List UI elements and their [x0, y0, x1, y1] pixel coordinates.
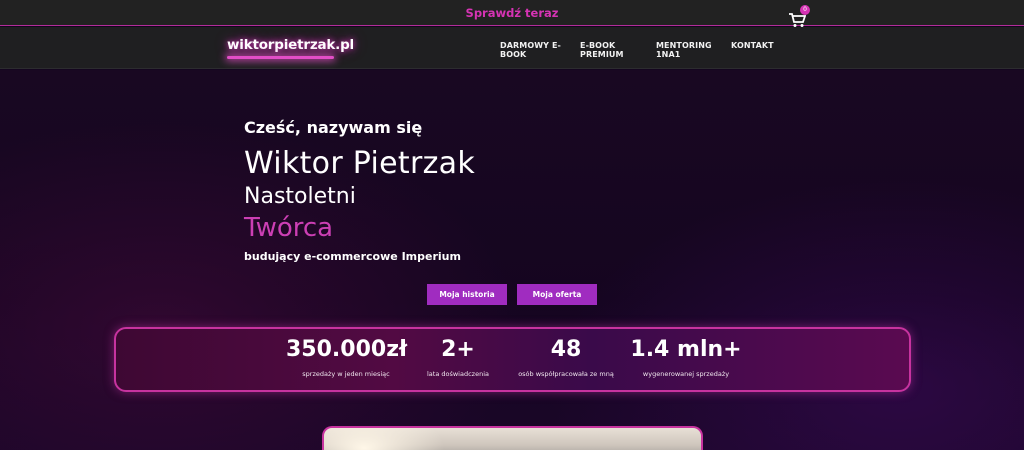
nav-premium-ebook[interactable]: E-BOOK PREMIUM [580, 41, 650, 59]
top-announcement-bar: Sprawdź teraz [0, 0, 1024, 26]
stat-label: lata doświadczenia [426, 370, 489, 378]
hero-name: Wiktor Pietrzak [244, 146, 476, 181]
stat-label: osób współpracowała ze mną [518, 370, 614, 378]
stat-value: 350.000zł [286, 337, 408, 362]
stat-label: sprzedaży w jeden miesiąc [302, 370, 390, 378]
logo-underline [227, 56, 334, 59]
stat-item: 48 osób współpracowała ze mną [506, 329, 626, 378]
site-header: wiktorpietrzak.pl DARMOWY E-BOOK E-BOOK … [0, 27, 1024, 69]
hero-line-3: budujący e-commercowe Imperium [244, 250, 461, 263]
site-logo[interactable]: wiktorpietrzak.pl [227, 37, 354, 53]
cart-count-badge: 0 [800, 5, 810, 15]
nav-free-ebook[interactable]: DARMOWY E-BOOK [500, 41, 570, 59]
nav-mentoring[interactable]: MENTORING 1NA1 [656, 41, 726, 59]
nav-contact[interactable]: KONTAKT [731, 41, 774, 50]
stats-panel: 350.000zł sprzedaży w jeden miesiąc 2+ l… [114, 327, 911, 392]
stat-value: 1.4 mln+ [630, 337, 742, 362]
hero-greeting: Cześć, nazywam się [244, 118, 423, 137]
my-story-button[interactable]: Moja historia [427, 284, 507, 305]
hero-photo [322, 426, 703, 450]
hero-section [0, 70, 1024, 450]
my-offer-button[interactable]: Moja oferta [517, 284, 597, 305]
check-now-link[interactable]: Sprawdź teraz [466, 6, 559, 20]
stat-item: 350.000zł sprzedaży w jeden miesiąc [286, 329, 408, 378]
stat-item: 1.4 mln+ wygenerowanej sprzedaży [626, 329, 746, 378]
stat-value: 2+ [441, 337, 475, 362]
stat-value: 48 [550, 337, 582, 362]
stat-item: 2+ lata doświadczenia [418, 329, 498, 378]
stat-label: wygenerowanej sprzedaży [642, 370, 730, 378]
photo-sun-glow [324, 428, 444, 450]
hero-line-1: Nastoletni [244, 184, 356, 209]
hero-line-2: Twórca [244, 213, 334, 243]
